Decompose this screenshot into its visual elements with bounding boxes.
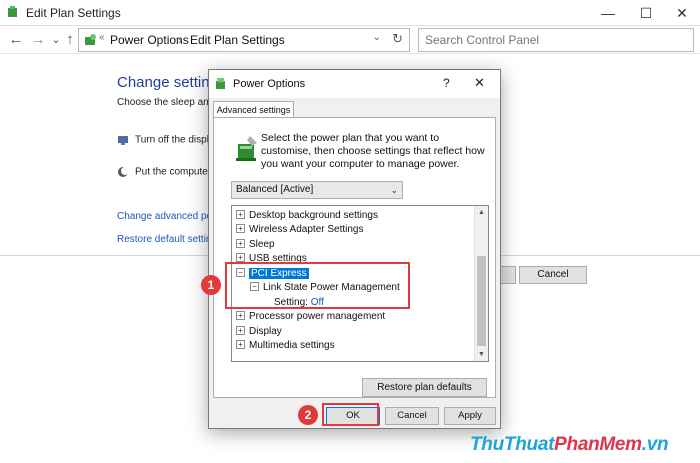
expand-icon[interactable]: + (236, 339, 245, 349)
address-bar[interactable]: « Power Options › Edit Plan Settings ⌄ ↻ (78, 28, 410, 52)
dialog-title: Power Options (233, 78, 306, 90)
moon-icon (118, 167, 129, 177)
power-options-icon (8, 6, 17, 17)
maximize-button[interactable]: ☐ (628, 0, 664, 26)
watermark: ThuThuatPhanMem.vn (470, 434, 669, 456)
close-button[interactable]: ✕ (664, 0, 700, 26)
pci-express-highlight-box (225, 262, 410, 309)
background-cancel-button[interactable]: Cancel (519, 266, 587, 284)
tree-item-display[interactable]: + Display (236, 325, 282, 339)
tree-item-label: Desktop background settings (249, 210, 378, 221)
dialog-description: Select the power plan that you want to c… (261, 132, 485, 170)
forward-icon[interactable]: → (28, 30, 48, 50)
expand-icon[interactable]: + (236, 238, 245, 248)
power-options-icon (216, 78, 225, 89)
breadcrumb-power-options[interactable]: Power Options (110, 33, 189, 47)
tree-item-desktop-background[interactable]: + Desktop background settings (236, 209, 378, 223)
sleep-setting-label: Put the computer t (135, 166, 217, 178)
apply-button[interactable]: Apply (444, 407, 496, 425)
watermark-part1: ThuThuat (470, 434, 555, 455)
tree-item-multimedia[interactable]: + Multimedia settings (236, 339, 335, 353)
tree-item-label: Multimedia settings (249, 340, 335, 351)
control-panel-icon (85, 34, 96, 45)
watermark-part3: .vn (641, 434, 669, 455)
search-box[interactable] (418, 28, 694, 52)
tree-item-label: Display (249, 326, 282, 337)
tree-item-wireless-adapter[interactable]: + Wireless Adapter Settings (236, 223, 364, 237)
restore-default-link[interactable]: Restore default settings (117, 234, 222, 245)
window-title: Edit Plan Settings (26, 6, 121, 20)
advanced-settings-panel: Select the power plan that you want to c… (213, 117, 496, 398)
dialog-close-button[interactable]: ✕ (474, 75, 485, 91)
navigation-bar: ← → ⌄ ↑ « Power Options › Edit Plan Sett… (0, 26, 700, 54)
up-icon[interactable]: ↑ (60, 30, 80, 50)
expand-icon[interactable]: + (236, 325, 245, 335)
tree-scrollbar[interactable]: ▲ ▼ (474, 206, 488, 361)
tree-item-label: Sleep (249, 239, 275, 250)
restore-plan-defaults-button[interactable]: Restore plan defaults (362, 378, 487, 397)
scroll-down-icon[interactable]: ▼ (475, 348, 488, 361)
sleep-setting-row: Put the computer t (117, 166, 217, 178)
help-button[interactable]: ? (443, 76, 450, 90)
window-titlebar: Edit Plan Settings — ☐ ✕ (0, 0, 700, 26)
callout-step-2: 2 (298, 405, 318, 425)
dialog-titlebar: Power Options ? ✕ (209, 70, 500, 98)
expand-icon[interactable]: + (236, 209, 245, 219)
watermark-part2: PhanMem (554, 434, 642, 455)
scrollbar-thumb[interactable] (477, 256, 486, 346)
display-setting-row: Turn off the display (117, 134, 220, 146)
ok-highlight-box (322, 403, 379, 426)
address-dropdown-icon[interactable]: ⌄ (373, 32, 381, 43)
monitor-icon (118, 136, 128, 145)
tab-advanced-settings[interactable]: Advanced settings (213, 101, 294, 118)
expand-icon[interactable]: + (236, 310, 245, 320)
dialog-cancel-button[interactable]: Cancel (385, 407, 439, 425)
breadcrumb-overflow-icon[interactable]: « (99, 32, 105, 43)
minimize-button[interactable]: — (590, 0, 626, 26)
chevron-down-icon: ⌄ (390, 185, 398, 195)
power-plan-value: Balanced [Active] (236, 184, 314, 195)
breadcrumb-separator-icon[interactable]: › (178, 33, 182, 47)
display-setting-label: Turn off the display (135, 134, 220, 146)
expand-icon[interactable]: + (236, 223, 245, 233)
expand-icon[interactable]: + (236, 252, 245, 262)
refresh-icon[interactable]: ↻ (392, 31, 403, 47)
power-plan-icon (236, 136, 257, 161)
search-input[interactable] (419, 29, 693, 51)
tree-item-processor-power[interactable]: + Processor power management (236, 310, 385, 324)
tree-item-label: Wireless Adapter Settings (249, 224, 364, 235)
back-icon[interactable]: ← (6, 30, 26, 50)
callout-step-1: 1 (201, 275, 221, 295)
tree-item-label: Processor power management (249, 311, 386, 322)
power-plan-select[interactable]: Balanced [Active] ⌄ (231, 181, 403, 199)
breadcrumb-edit-plan-settings[interactable]: Edit Plan Settings (190, 33, 285, 47)
scroll-up-icon[interactable]: ▲ (475, 206, 488, 219)
tree-item-sleep[interactable]: + Sleep (236, 238, 275, 252)
power-options-dialog: Power Options ? ✕ Advanced settings Sele… (208, 69, 501, 429)
